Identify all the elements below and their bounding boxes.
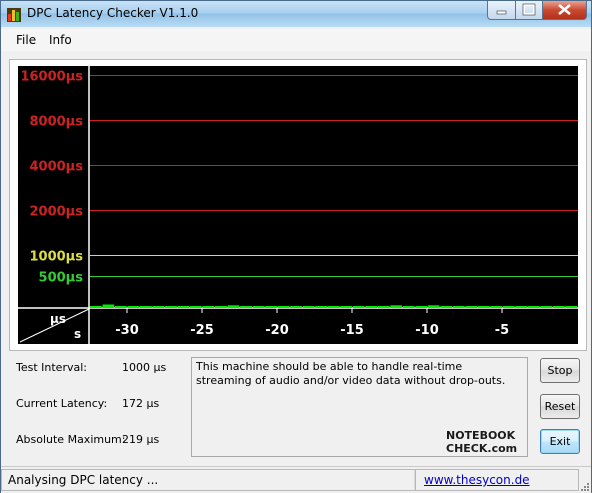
latency-bar xyxy=(265,306,277,308)
latency-bar xyxy=(452,306,465,308)
resize-grip-icon[interactable] xyxy=(580,482,590,492)
status-message-box: This machine should be able to handle re… xyxy=(191,357,528,457)
latency-bar xyxy=(227,305,240,308)
threshold-label: 16000µs xyxy=(20,70,83,85)
latency-bar xyxy=(340,306,352,308)
latency-bar xyxy=(90,306,102,308)
corner-label-us: µs xyxy=(50,312,66,326)
close-button[interactable] xyxy=(542,1,587,20)
x-tick-label: -30 xyxy=(115,323,139,338)
latency-bar xyxy=(190,306,202,308)
exit-button[interactable]: Exit xyxy=(540,429,580,454)
status-panel-left: Analysing DPC latency ... xyxy=(1,469,415,491)
latency-bar xyxy=(115,306,127,308)
status-text: Analysing DPC latency ... xyxy=(8,473,159,487)
minimize-icon xyxy=(496,10,507,15)
latency-bar xyxy=(465,306,478,308)
logo-line-2: CHECK.com xyxy=(446,442,517,454)
absolute-maximum-label: Absolute Maximum: xyxy=(16,433,126,446)
corner-label-s: s xyxy=(74,327,81,341)
x-tick-label: -10 xyxy=(415,323,439,338)
stop-button[interactable]: Stop xyxy=(540,358,580,383)
x-tick-label: -25 xyxy=(190,323,214,338)
app-bars-icon xyxy=(7,8,21,22)
reset-button[interactable]: Reset xyxy=(540,394,580,419)
latency-bar xyxy=(415,306,427,308)
threshold-label: 2000µs xyxy=(30,205,84,220)
current-latency-label: Current Latency: xyxy=(16,397,108,410)
absolute-maximum-value: 219 µs xyxy=(122,433,160,446)
latency-bar xyxy=(302,306,315,308)
notebookcheck-logo: NOTEBOOK CHECK.com xyxy=(446,429,517,454)
latency-bar xyxy=(440,306,453,308)
maximize-icon xyxy=(522,3,536,16)
threshold-label: 4000µs xyxy=(30,160,84,175)
menu-bar: File Info xyxy=(1,29,591,51)
x-tick-label: -20 xyxy=(265,323,289,338)
menu-file[interactable]: File xyxy=(16,33,36,47)
latency-chart: 16000µs 8000µs 4000µs 2000µs 1000µs 500µs -30… xyxy=(18,66,578,344)
status-message: This machine should be able to handle re… xyxy=(196,360,506,387)
x-tick-label: -5 xyxy=(495,323,509,338)
latency-bar xyxy=(290,306,302,308)
latency-bar xyxy=(252,306,265,308)
latency-bar xyxy=(477,306,490,308)
latency-bar xyxy=(515,306,528,308)
app-window: DPC Latency Checker V1.1.0 File Info 160… xyxy=(0,0,592,493)
latency-bar xyxy=(315,306,327,308)
window-title: DPC Latency Checker V1.1.0 xyxy=(27,6,199,20)
latency-bar xyxy=(565,306,578,308)
latency-bar xyxy=(215,306,227,308)
latency-bar xyxy=(165,306,177,308)
current-latency-value: 172 µs xyxy=(122,397,160,410)
minimize-button[interactable] xyxy=(487,1,516,20)
latency-bar xyxy=(553,306,565,308)
status-panel-right: www.thesycon.de xyxy=(415,469,579,491)
test-interval-label: Test Interval: xyxy=(16,361,87,374)
test-interval-value: 1000 µs xyxy=(122,361,167,374)
title-bar[interactable]: DPC Latency Checker V1.1.0 xyxy=(1,1,591,27)
latency-bar xyxy=(527,306,540,308)
latency-bar xyxy=(402,306,415,308)
latency-bar xyxy=(390,305,402,308)
latency-bar xyxy=(177,306,190,308)
threshold-label: 500µs xyxy=(39,271,84,286)
latency-bar xyxy=(327,306,340,308)
threshold-label: 1000µs xyxy=(30,250,84,265)
latency-bar xyxy=(127,306,140,308)
latency-bar xyxy=(352,306,365,308)
close-icon xyxy=(558,3,571,16)
latency-bar xyxy=(202,306,215,308)
latency-bar xyxy=(490,306,503,308)
latency-bar xyxy=(140,306,152,308)
latency-bar xyxy=(540,306,553,308)
x-tick-label: -15 xyxy=(340,323,364,338)
maximize-button[interactable] xyxy=(515,1,543,20)
latency-bar xyxy=(152,306,165,308)
latency-bar xyxy=(502,306,515,308)
logo-line-1: NOTEBOOK xyxy=(446,429,516,442)
latency-chart-panel: 16000µs 8000µs 4000µs 2000µs 1000µs 500µs -30… xyxy=(9,59,587,351)
latency-bar xyxy=(377,306,390,308)
thesycon-link[interactable]: www.thesycon.de xyxy=(424,473,530,487)
menu-info[interactable]: Info xyxy=(49,33,72,47)
status-bar: Analysing DPC latency ... www.thesycon.d… xyxy=(1,466,591,493)
chart-background xyxy=(18,66,578,344)
latency-bar xyxy=(277,306,290,308)
latency-bar xyxy=(427,305,440,308)
latency-bar xyxy=(102,304,115,308)
threshold-label: 8000µs xyxy=(30,115,84,130)
latency-bar xyxy=(365,306,377,308)
latency-bar xyxy=(240,306,252,308)
